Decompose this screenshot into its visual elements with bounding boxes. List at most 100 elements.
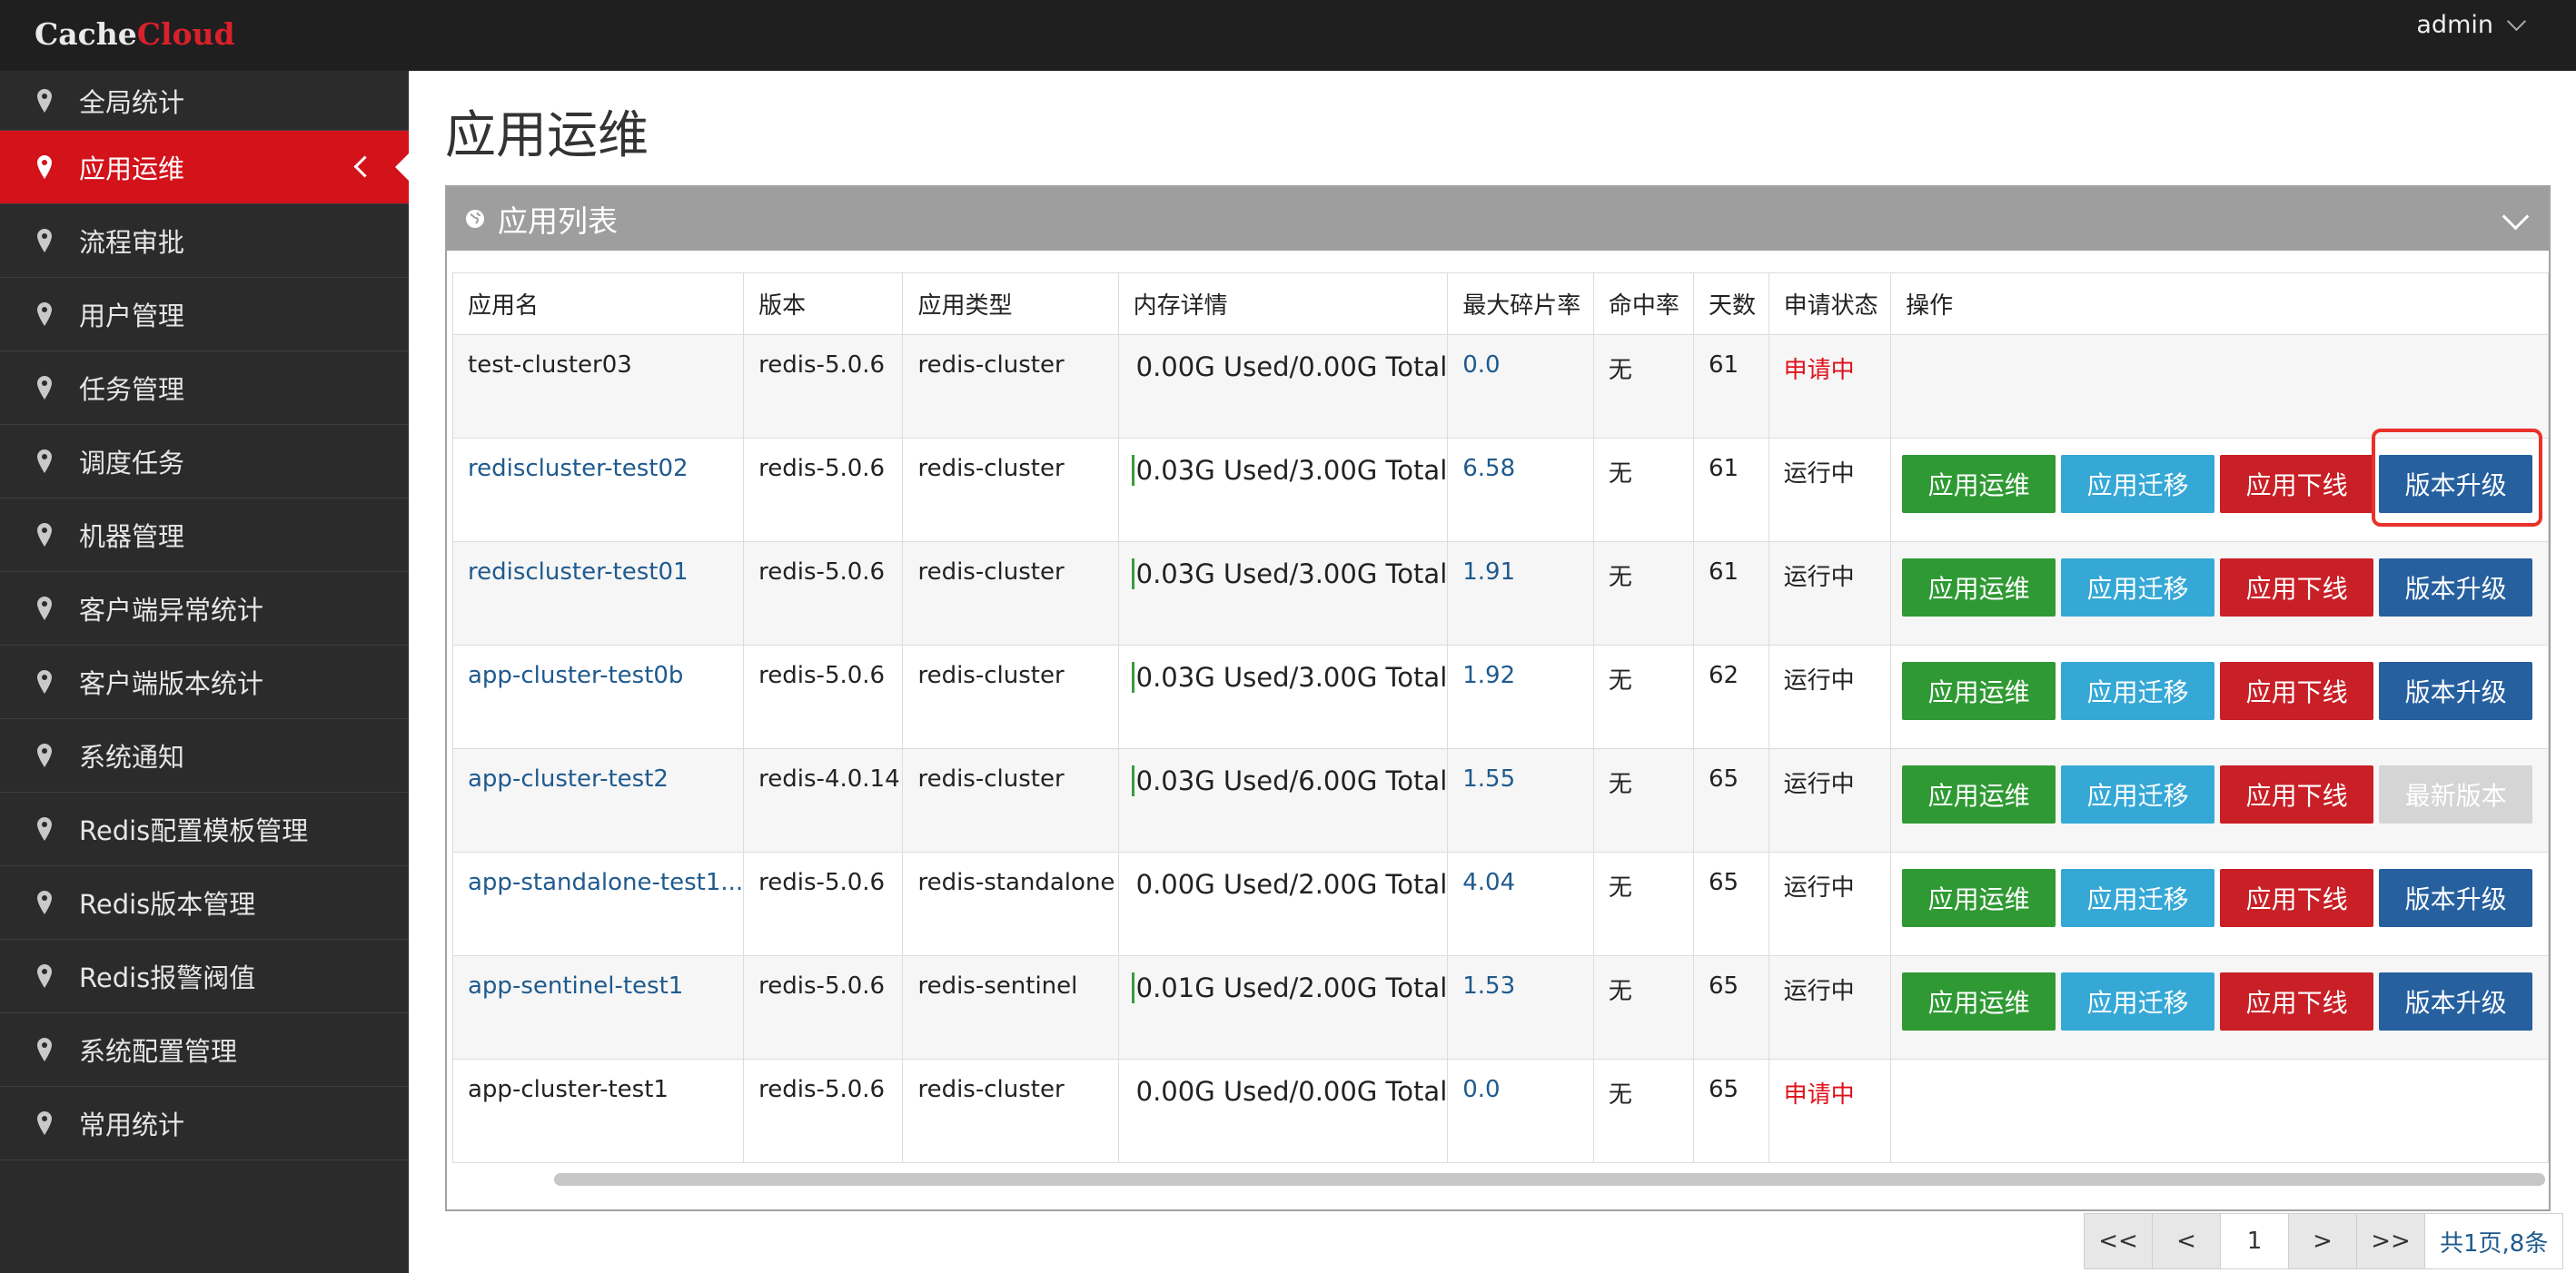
upgrade-highlight-box <box>2372 429 2542 527</box>
app-offline-button[interactable]: 应用下线 <box>2220 869 2374 927</box>
page-number-button[interactable]: 1 <box>2221 1214 2289 1268</box>
sidebar-item-label: 流程审批 <box>79 227 185 258</box>
pin-icon <box>37 891 52 914</box>
app-migrate-button[interactable]: 应用迁移 <box>2061 455 2215 513</box>
column-header[interactable]: 申请状态 <box>1768 272 1892 335</box>
sidebar-item-label: 全局统计 <box>79 86 185 118</box>
sidebar-item-label: 系统配置管理 <box>79 1036 238 1067</box>
sidebar-item-machines[interactable]: 机器管理 <box>0 498 409 572</box>
frag-ratio-link[interactable]: 6.58 <box>1447 438 1594 542</box>
user-menu[interactable]: admin <box>2416 11 2527 39</box>
version-upgrade-button[interactable]: 版本升级 <box>2379 662 2533 720</box>
frag-ratio-link[interactable]: 1.92 <box>1447 645 1594 749</box>
app-ops-button[interactable]: 应用运维 <box>1902 662 2056 720</box>
status-badge: 申请中 <box>1768 1059 1892 1163</box>
sidebar-item-users[interactable]: 用户管理 <box>0 278 409 351</box>
sidebar-item-app-ops[interactable]: 应用运维 <box>0 131 410 204</box>
app-ops-button[interactable]: 应用运维 <box>1902 765 2056 824</box>
app-migrate-button[interactable]: 应用迁移 <box>2061 972 2215 1031</box>
sidebar-item-scheduled-tasks[interactable]: 调度任务 <box>0 425 409 498</box>
column-header[interactable]: 版本 <box>743 272 904 335</box>
frag-ratio-link[interactable]: 4.04 <box>1447 852 1594 956</box>
horizontal-scrollbar[interactable] <box>554 1173 2545 1186</box>
memory-detail: 0.03G Used/3.00G Total <box>1131 558 1447 589</box>
last-page-button[interactable]: >> <box>2357 1214 2425 1268</box>
next-page-button[interactable]: > <box>2289 1214 2357 1268</box>
sidebar-item-notifications[interactable]: 系统通知 <box>0 719 409 793</box>
app-migrate-button[interactable]: 应用迁移 <box>2061 765 2215 824</box>
column-header[interactable]: 天数 <box>1693 272 1769 335</box>
hit-rate-cell: 无 <box>1592 852 1695 956</box>
ops-cell: 应用运维 应用迁移 应用下线 版本升级 <box>1890 955 2549 1060</box>
memory-cell: 0.00G Used/2.00G Total <box>1117 852 1449 956</box>
column-header[interactable]: 应用类型 <box>902 272 1119 335</box>
sidebar: 全局统计 应用运维 流程审批 用户管理 任务管理 调度任务 机器管理 客户端异常… <box>0 71 410 1273</box>
frag-ratio-link[interactable]: 1.53 <box>1447 955 1594 1060</box>
sidebar-item-redis-versions[interactable]: Redis版本管理 <box>0 866 409 940</box>
brand-logo[interactable]: CacheCloud <box>35 16 235 52</box>
app-ops-button[interactable]: 应用运维 <box>1902 972 2056 1031</box>
days-cell: 61 <box>1693 438 1769 542</box>
app-offline-button[interactable]: 应用下线 <box>2220 558 2374 617</box>
app-ops-button[interactable]: 应用运维 <box>1902 455 2056 513</box>
status-badge: 运行中 <box>1768 852 1892 956</box>
latest-version-button[interactable]: 最新版本 <box>2379 765 2533 824</box>
sidebar-item-approval[interactable]: 流程审批 <box>0 204 409 278</box>
app-name-link[interactable]: app-sentinel-test1 <box>451 955 745 1060</box>
app-offline-button[interactable]: 应用下线 <box>2220 662 2374 720</box>
version-cell: redis-5.0.6 <box>743 955 904 1060</box>
sidebar-item-alert-thresholds[interactable]: Redis报警阀值 <box>0 940 409 1013</box>
prev-page-button[interactable]: < <box>2153 1214 2221 1268</box>
column-header[interactable]: 最大碎片率 <box>1447 272 1594 335</box>
frag-ratio-link[interactable]: 0.0 <box>1447 334 1594 439</box>
app-migrate-button[interactable]: 应用迁移 <box>2061 662 2215 720</box>
column-header[interactable]: 命中率 <box>1592 272 1695 335</box>
sidebar-item-system-config[interactable]: 系统配置管理 <box>0 1013 409 1087</box>
app-ops-button[interactable]: 应用运维 <box>1902 558 2056 617</box>
app-offline-button[interactable]: 应用下线 <box>2220 972 2374 1031</box>
frag-ratio-link[interactable]: 1.55 <box>1447 748 1594 853</box>
first-page-button[interactable]: << <box>2085 1214 2153 1268</box>
memory-cell: 0.03G Used/3.00G Total <box>1117 645 1449 749</box>
sidebar-item-global-stats[interactable]: 全局统计 <box>0 71 409 131</box>
globe-icon <box>466 210 484 228</box>
version-cell: redis-5.0.6 <box>743 1059 904 1163</box>
frag-ratio-link[interactable]: 0.0 <box>1447 1059 1594 1163</box>
app-offline-button[interactable]: 应用下线 <box>2220 765 2374 824</box>
chevron-down-icon[interactable] <box>2502 202 2530 231</box>
sidebar-item-common-stats[interactable]: 常用统计 <box>0 1087 409 1160</box>
memory-detail: 0.03G Used/3.00G Total <box>1131 662 1447 693</box>
ops-cell: 应用运维 应用迁移 应用下线 版本升级 <box>1890 541 2549 646</box>
app-name-link[interactable]: app-standalone-test1... <box>451 852 745 956</box>
version-cell: redis-5.0.6 <box>743 438 904 542</box>
sidebar-item-config-templates[interactable]: Redis配置模板管理 <box>0 793 409 866</box>
app-name-link[interactable]: app-cluster-test0b <box>451 645 745 749</box>
app-migrate-button[interactable]: 应用迁移 <box>2061 869 2215 927</box>
days-cell: 65 <box>1693 1059 1769 1163</box>
sidebar-item-label: Redis报警阀值 <box>79 962 256 993</box>
version-cell: redis-5.0.6 <box>743 541 904 646</box>
sidebar-item-client-versions[interactable]: 客户端版本统计 <box>0 646 409 719</box>
sidebar-item-client-errors[interactable]: 客户端异常统计 <box>0 572 409 646</box>
column-header[interactable]: 内存详情 <box>1117 272 1449 335</box>
version-upgrade-button[interactable]: 版本升级 <box>2379 558 2533 617</box>
sidebar-item-tasks[interactable]: 任务管理 <box>0 351 409 425</box>
pin-icon <box>37 597 52 620</box>
pin-icon <box>37 229 52 252</box>
pagination-summary: 共1页,8条 <box>2425 1214 2563 1268</box>
version-cell: redis-5.0.6 <box>743 645 904 749</box>
frag-ratio-link[interactable]: 1.91 <box>1447 541 1594 646</box>
app-migrate-button[interactable]: 应用迁移 <box>2061 558 2215 617</box>
app-offline-button[interactable]: 应用下线 <box>2220 455 2374 513</box>
app-name-link[interactable]: rediscluster-test02 <box>451 438 745 542</box>
app-name-link[interactable]: rediscluster-test01 <box>451 541 745 646</box>
column-header[interactable]: 应用名 <box>451 272 745 335</box>
days-cell: 62 <box>1693 645 1769 749</box>
app-ops-button[interactable]: 应用运维 <box>1902 869 2056 927</box>
memory-detail: 0.00G Used/2.00G Total <box>1135 869 1448 900</box>
version-upgrade-button[interactable]: 版本升级 <box>2379 869 2533 927</box>
version-upgrade-button[interactable]: 版本升级 <box>2379 972 2533 1031</box>
app-name-link[interactable]: app-cluster-test2 <box>451 748 745 853</box>
status-badge: 运行中 <box>1768 748 1892 853</box>
version-cell: redis-4.0.14 <box>743 748 904 853</box>
